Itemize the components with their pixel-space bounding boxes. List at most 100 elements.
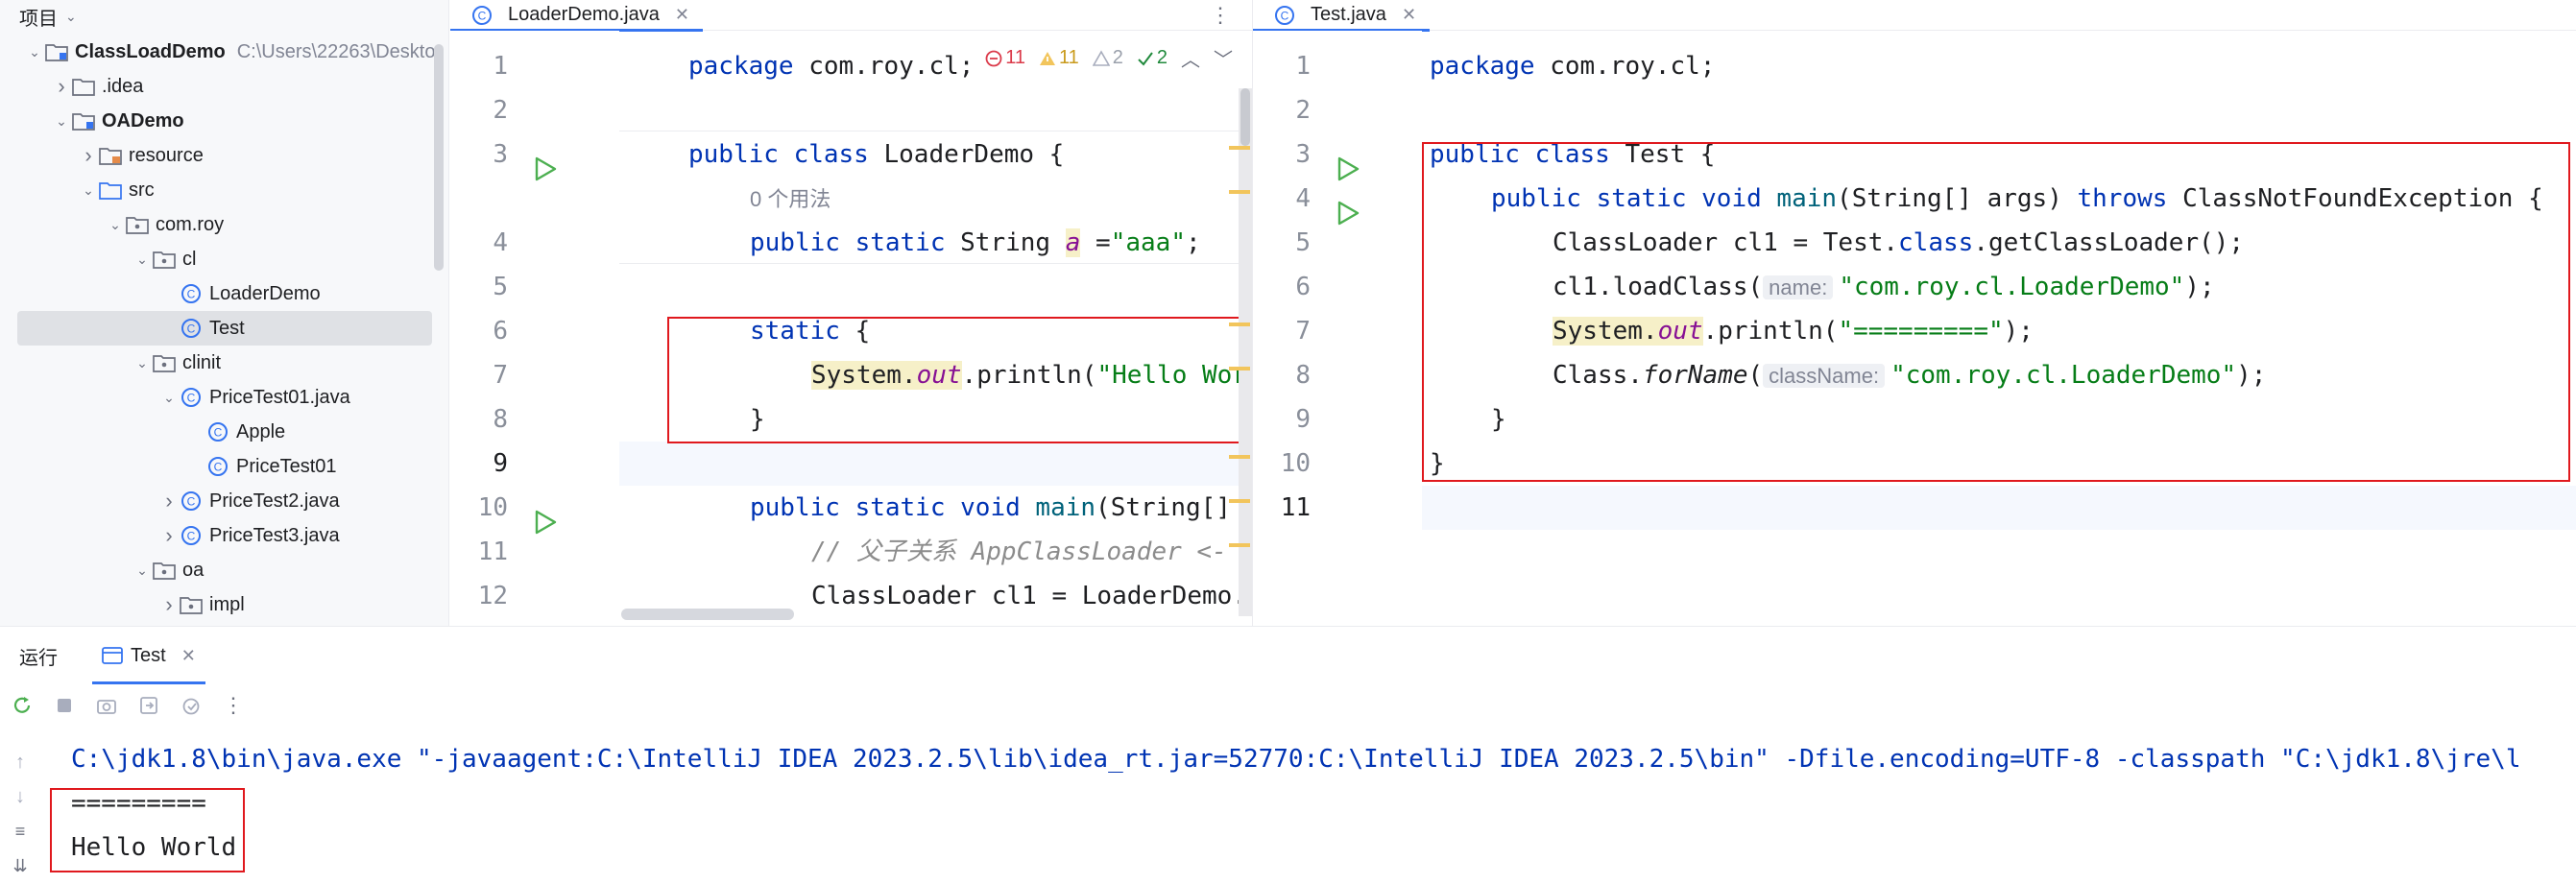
line-number: 1: [1295, 52, 1311, 81]
export-icon[interactable]: [136, 693, 161, 718]
typo-count[interactable]: 2: [1137, 47, 1168, 69]
code-area-right[interactable]: package com.roy.cl; public class Test { …: [1422, 31, 2576, 626]
run-tab-label: Test: [131, 644, 166, 666]
tree-item[interactable]: › C PriceTest2.java: [0, 484, 339, 518]
console-output-line: Hello World: [71, 833, 237, 862]
close-icon[interactable]: ✕: [675, 5, 689, 25]
chevron-down-icon[interactable]: ⌄: [132, 251, 152, 268]
tree-item[interactable]: ⌄ C PriceTest01.java: [0, 380, 350, 415]
code-area-left[interactable]: package com.roy.cl; public class LoaderD…: [619, 31, 1252, 626]
warning-stripe[interactable]: [1229, 543, 1250, 547]
weak-warning-count[interactable]: 2: [1092, 47, 1123, 69]
timer-icon[interactable]: [179, 693, 204, 718]
scroll-to-end-icon[interactable]: ⇊: [8, 853, 33, 878]
tree-item-label: LoaderDemo: [209, 282, 321, 304]
chevron-down-icon[interactable]: ⌄: [79, 182, 98, 199]
tree-item[interactable]: ⌄ OADemo: [0, 104, 184, 138]
console-output[interactable]: C:\jdk1.8\bin\java.exe "-javaagent:C:\In…: [71, 737, 2576, 870]
run-tab-test[interactable]: Test ✕: [92, 627, 205, 684]
more-options-icon[interactable]: ⋮: [221, 693, 246, 718]
chevron-right-icon[interactable]: ›: [52, 74, 71, 99]
tab-loaderdemo-java[interactable]: C LoaderDemo.java ✕: [450, 0, 703, 32]
warning-count[interactable]: 11: [1039, 47, 1079, 69]
tree-item-label: Test: [209, 317, 245, 339]
chevron-down-icon[interactable]: ⌄: [106, 217, 125, 233]
warning-stripe[interactable]: [1229, 455, 1250, 459]
chevron-down-icon[interactable]: ﹀: [1214, 44, 1233, 72]
chevron-down-icon[interactable]: ⌄: [65, 9, 77, 25]
error-count[interactable]: 11: [985, 47, 1025, 69]
tree-item[interactable]: C Test: [17, 311, 432, 346]
tree-item-label: OADemo: [102, 109, 184, 131]
line-number: 8: [1295, 361, 1311, 390]
run-gutter-icon[interactable]: [1334, 155, 1362, 183]
tree-item[interactable]: › impl: [0, 587, 244, 622]
console-output-line: =========: [71, 789, 206, 818]
usage-hint[interactable]: 0 个用法: [750, 177, 831, 221]
tree-item[interactable]: C LoaderDemo: [0, 276, 321, 311]
class-icon: C: [179, 490, 204, 512]
warning-stripe[interactable]: [1229, 323, 1250, 326]
chevron-right-icon[interactable]: ›: [159, 489, 179, 514]
arrow-up-icon[interactable]: ↑: [8, 750, 33, 775]
chevron-down-icon[interactable]: ⌄: [52, 113, 71, 130]
tree-item[interactable]: C PriceTest01: [0, 449, 337, 484]
project-panel-header[interactable]: 项目 ⌄: [0, 0, 448, 33]
line-number: 4: [493, 228, 508, 257]
run-panel: 运行 Test ✕ ⋮ ↑ ↓ ≡ ⇊ C:\jdk1.8\bin\java.e…: [0, 626, 2576, 884]
line-number: 4: [1295, 184, 1311, 213]
editor-scrollbar-left[interactable]: [1239, 88, 1252, 616]
line-number: 6: [1295, 273, 1311, 301]
tab-test-java[interactable]: C Test.java ✕: [1253, 0, 1431, 32]
chevron-down-icon[interactable]: ⌄: [25, 44, 44, 60]
warning-stripe[interactable]: [1229, 499, 1250, 503]
project-scrollbar[interactable]: [434, 44, 444, 271]
run-gutter-icon[interactable]: [531, 155, 560, 183]
code-line-4: public static void main(String[] args) t…: [1491, 184, 2543, 213]
tree-item[interactable]: › resource: [0, 138, 203, 173]
editor-hscrollbar-left[interactable]: [621, 609, 794, 620]
code-line-3: public class Test {: [1430, 140, 1716, 169]
soft-wrap-icon[interactable]: ≡: [8, 819, 33, 844]
tree-item[interactable]: ⌄ clinit: [0, 346, 221, 380]
more-options-icon[interactable]: ⋮: [1210, 0, 1231, 31]
tree-item[interactable]: ⌄ cl: [0, 242, 196, 276]
chevron-down-icon[interactable]: ⌄: [159, 390, 179, 406]
camera-icon[interactable]: [94, 693, 119, 718]
run-gutter-icon[interactable]: [531, 508, 560, 537]
code-line-3: public class LoaderDemo {: [688, 140, 1065, 169]
arrow-down-icon[interactable]: ↓: [8, 784, 33, 809]
tab-label: Test.java: [1311, 4, 1386, 25]
chevron-right-icon[interactable]: ›: [159, 592, 179, 617]
code-line-6: cl1.loadClass(name: "com.roy.cl.LoaderDem…: [1553, 273, 2215, 301]
tree-item[interactable]: ⌄ src: [0, 173, 155, 207]
tree-item[interactable]: › C PriceTest3.java: [0, 518, 339, 553]
console-side-toolbar: ↑ ↓ ≡ ⇊: [8, 750, 42, 878]
close-icon[interactable]: ✕: [1402, 5, 1416, 25]
tree-item[interactable]: › .idea: [0, 69, 143, 104]
close-icon[interactable]: ✕: [181, 646, 196, 666]
warning-stripe[interactable]: [1229, 190, 1250, 194]
stop-icon[interactable]: [52, 693, 77, 718]
warning-stripe[interactable]: [1229, 367, 1250, 370]
tree-item-label: oa: [182, 559, 205, 581]
warning-stripe[interactable]: [1229, 146, 1250, 150]
line-number: 12: [477, 582, 508, 610]
code-line-1: package com.roy.cl;: [1430, 52, 1716, 81]
tree-item-label: src: [129, 179, 155, 201]
chevron-down-icon[interactable]: ⌄: [132, 562, 152, 579]
scroll-thumb[interactable]: [1240, 88, 1250, 146]
chevron-down-icon[interactable]: ⌄: [132, 355, 152, 371]
rerun-icon[interactable]: [10, 693, 35, 718]
tree-item[interactable]: C Apple: [0, 415, 285, 449]
chevron-right-icon[interactable]: ›: [159, 523, 179, 548]
run-gutter-icon[interactable]: [1334, 199, 1362, 227]
chevron-right-icon[interactable]: ›: [79, 143, 98, 168]
inspection-widget[interactable]: 11 11 2 2 ︿ ﹀: [975, 44, 1233, 72]
tree-item[interactable]: ⌄ ClassLoadDemo C:\Users\22263\Deskto: [0, 35, 435, 69]
chevron-up-icon[interactable]: ︿: [1181, 44, 1200, 72]
tree-item[interactable]: ⌄ com.roy: [0, 207, 224, 242]
svg-text:C: C: [1281, 9, 1289, 22]
check-icon: [1138, 51, 1153, 66]
tree-item[interactable]: ⌄ oa: [0, 553, 204, 587]
